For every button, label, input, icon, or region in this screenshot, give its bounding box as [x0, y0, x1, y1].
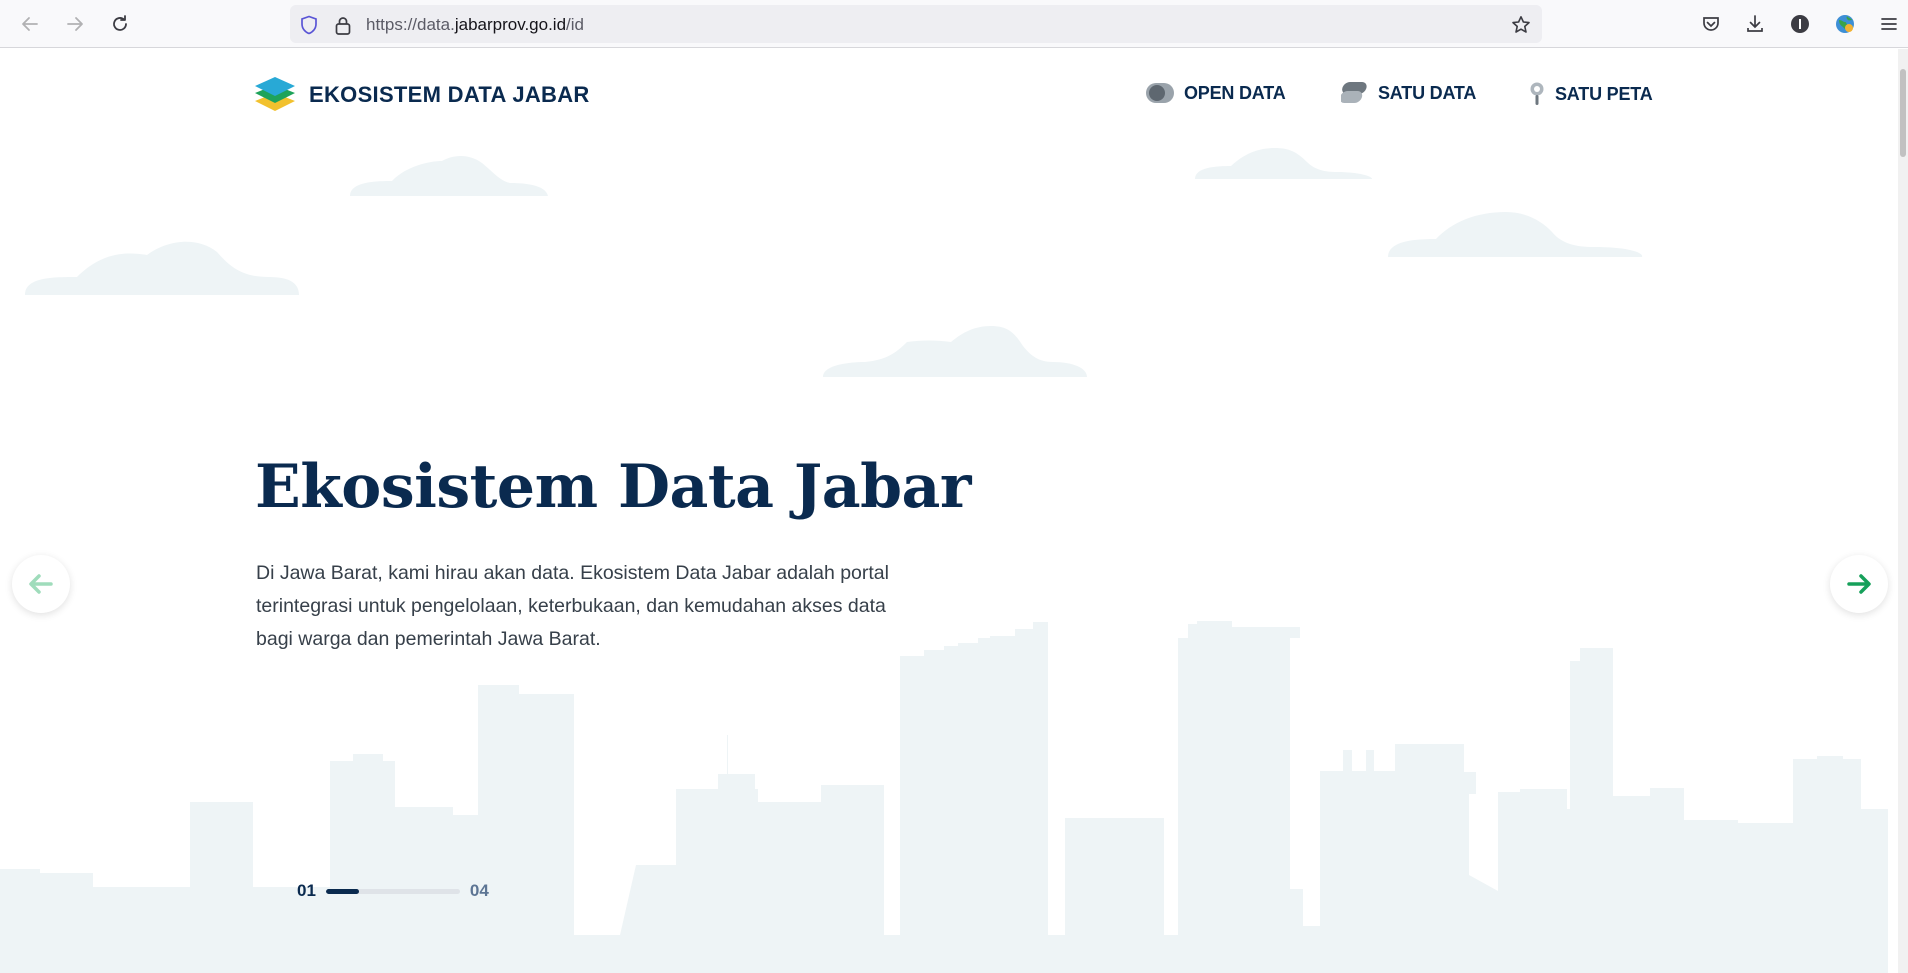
info-extension-icon[interactable] — [1787, 11, 1813, 37]
nav-open-data[interactable]: OPEN DATA — [1146, 82, 1286, 104]
open-data-icon — [1146, 83, 1174, 103]
forward-arrow-icon — [67, 17, 83, 31]
slider-progress-track — [325, 888, 460, 894]
slider-current-index: 01 — [297, 881, 316, 900]
hero-title: Ekosistem Data Jabar — [255, 452, 972, 522]
satu-peta-icon — [1530, 82, 1544, 105]
menu-icon[interactable] — [1876, 11, 1902, 37]
slider-pagination: 01 04 — [297, 881, 489, 901]
slider-next-button[interactable] — [1830, 555, 1888, 613]
slider-prev-button[interactable] — [12, 555, 70, 613]
nav-label: SATU DATA — [1378, 82, 1477, 103]
ekosistem-logo-icon — [255, 77, 295, 111]
tracking-shield-icon[interactable] — [298, 14, 320, 36]
pocket-icon[interactable] — [1698, 11, 1724, 37]
hero-description: Di Jawa Barat, kami hirau akan data. Eko… — [256, 562, 889, 650]
lock-icon[interactable] — [332, 14, 354, 36]
back-button[interactable] — [16, 10, 44, 38]
slider-progress-fill — [325, 888, 360, 894]
address-bar[interactable]: https://data.jabarprov.go.id/id — [290, 5, 1542, 43]
globe-extension-icon[interactable] — [1832, 11, 1858, 37]
slider-total-count: 04 — [469, 881, 489, 900]
back-arrow-icon — [22, 17, 38, 31]
page-scrollbar[interactable] — [1898, 49, 1908, 973]
nav-satu-peta[interactable]: SATU PETA — [1529, 82, 1653, 106]
nav-label: OPEN DATA — [1184, 82, 1286, 103]
nav-satu-data[interactable]: SATU DATA — [1341, 82, 1476, 104]
site-logo[interactable]: EKOSISTEM DATA JABAR — [255, 77, 590, 113]
bookmark-star-icon[interactable] — [1510, 14, 1532, 36]
page-viewport: EKOSISTEM DATA JABAR OPEN DATA SATU DATA… — [0, 49, 1908, 973]
satu-data-icon — [1341, 82, 1367, 103]
downloads-icon[interactable] — [1742, 11, 1768, 37]
browser-toolbar: https://data.jabarprov.go.id/id — [0, 0, 1908, 48]
reload-button[interactable] — [106, 10, 134, 38]
reload-icon — [113, 15, 127, 31]
url-text[interactable]: https://data.jabarprov.go.id/id — [366, 15, 584, 35]
arrow-left-icon — [29, 574, 53, 594]
site-logo-text: EKOSISTEM DATA JABAR — [309, 82, 590, 107]
nav-label: SATU PETA — [1555, 83, 1653, 104]
arrow-right-icon — [1847, 574, 1871, 594]
forward-button[interactable] — [61, 10, 89, 38]
scrollbar-thumb[interactable] — [1900, 69, 1906, 157]
